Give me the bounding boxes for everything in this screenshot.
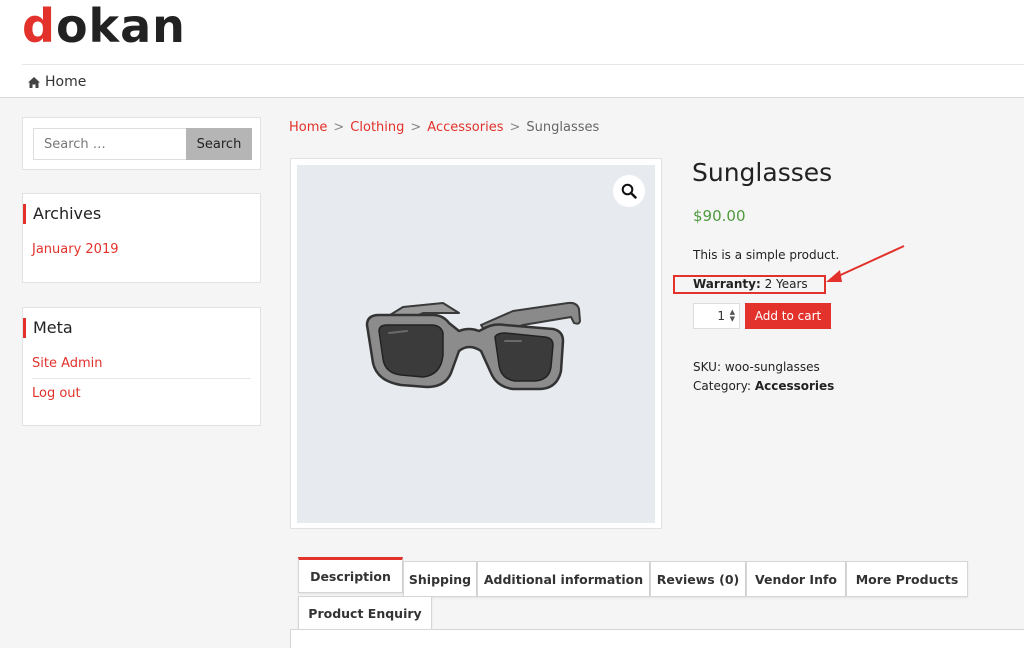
archive-link-january-2019[interactable]: January 2019 <box>32 241 119 259</box>
quantity-stepper-icon[interactable]: ▲ ▼ <box>730 309 735 323</box>
product-title: Sunglasses <box>692 158 833 187</box>
tab-vendor-info[interactable]: Vendor Info <box>746 561 846 597</box>
home-icon <box>28 76 40 88</box>
tab-shipping[interactable]: Shipping <box>403 561 477 597</box>
product-sku: SKU: woo-sunglasses <box>693 358 820 376</box>
site-header: dokan Home <box>0 0 1024 98</box>
tab-product-enquiry[interactable]: Product Enquiry <box>298 596 432 630</box>
meta-title: Meta <box>23 318 73 338</box>
header-divider <box>22 64 1024 65</box>
category-label: Category: <box>693 379 751 393</box>
search-widget: Search <box>22 117 261 170</box>
search-input[interactable] <box>33 128 187 160</box>
zoom-button[interactable] <box>613 175 645 207</box>
nav-home-label: Home <box>45 74 87 90</box>
log-out-link[interactable]: Log out <box>32 385 81 403</box>
product-price: $90.00 <box>693 207 746 225</box>
dokan-logo[interactable]: dokan <box>22 0 186 54</box>
product-short-description: This is a simple product. <box>693 248 840 262</box>
tab-description[interactable]: Description <box>298 557 403 593</box>
breadcrumb: Home > Clothing > Accessories > Sunglass… <box>289 118 599 138</box>
annotation-arrow-icon <box>826 245 905 282</box>
breadcrumb-accessories[interactable]: Accessories <box>427 118 503 138</box>
archives-title: Archives <box>23 204 101 224</box>
product-category: Category: Accessories <box>693 377 834 395</box>
breadcrumb-current: Sunglasses <box>526 120 600 135</box>
magnifier-icon <box>621 183 637 199</box>
sku-label: SKU: <box>693 360 721 374</box>
archives-widget: Archives January 2019 <box>22 193 261 283</box>
add-to-cart-button[interactable]: Add to cart <box>745 303 831 329</box>
breadcrumb-separator: > <box>333 120 345 135</box>
breadcrumb-clothing[interactable]: Clothing <box>350 118 404 138</box>
sku-value: woo-sunglasses <box>724 360 820 374</box>
warranty-highlight-box <box>673 275 826 294</box>
nav-home-link[interactable]: Home <box>28 72 86 92</box>
breadcrumb-separator: > <box>509 120 521 135</box>
meta-widget: Meta Site Admin Log out <box>22 307 261 426</box>
tab-additional-information[interactable]: Additional information <box>477 561 650 597</box>
tab-more-products[interactable]: More Products <box>846 561 968 597</box>
tab-reviews[interactable]: Reviews (0) <box>650 561 746 597</box>
meta-divider <box>32 378 251 379</box>
breadcrumb-home[interactable]: Home <box>289 118 327 138</box>
search-button[interactable]: Search <box>186 128 252 160</box>
tab-panel <box>290 629 1024 648</box>
quantity-value: 1 <box>717 309 725 323</box>
quantity-input[interactable]: 1 ▲ ▼ <box>693 303 740 329</box>
product-gallery <box>290 158 662 529</box>
sunglasses-image <box>365 301 581 391</box>
category-link[interactable]: Accessories <box>755 379 835 393</box>
product-image[interactable] <box>297 165 655 523</box>
breadcrumb-separator: > <box>410 120 422 135</box>
site-admin-link[interactable]: Site Admin <box>32 355 103 373</box>
